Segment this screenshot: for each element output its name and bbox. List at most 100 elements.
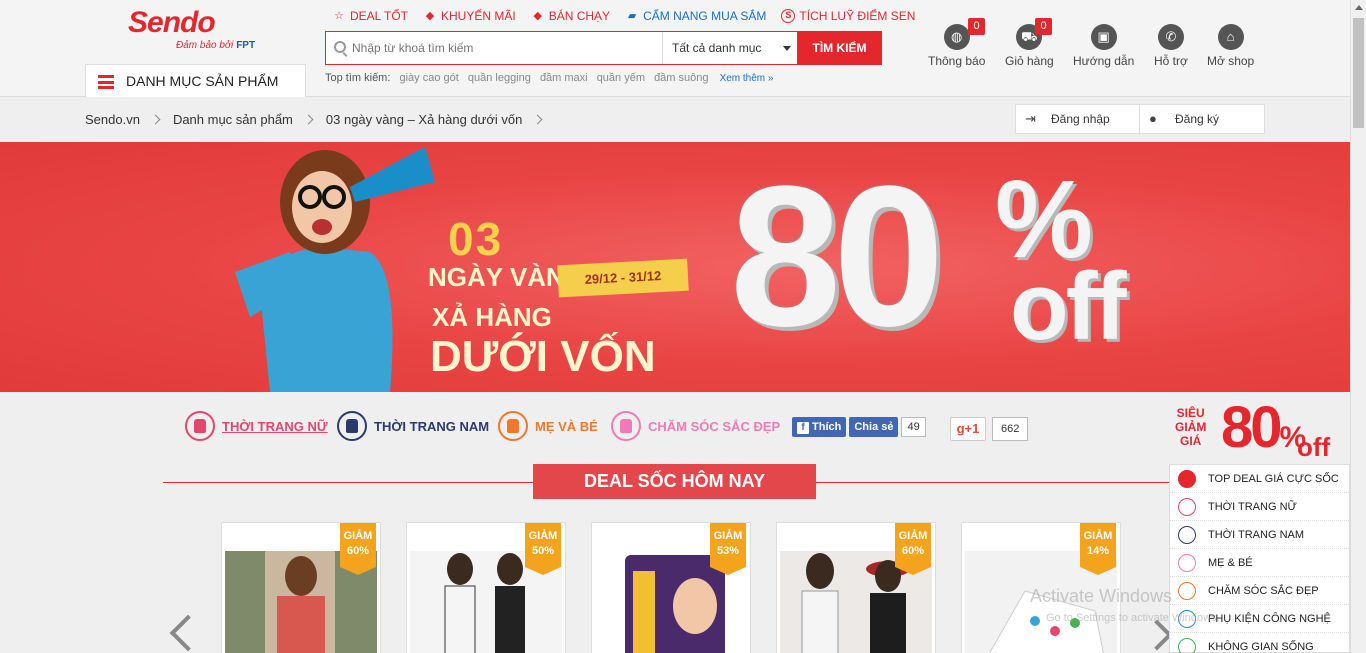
side-item-thoi-trang-nam[interactable]: THỜI TRANG NAM <box>1170 521 1349 549</box>
side-promo-discount: 80% <box>1221 395 1306 460</box>
category-cham-soc-sac-dep[interactable]: CHĂM SÓC SẮC ĐẸP <box>611 411 780 441</box>
side-item-top-deal[interactable]: TOP DEAL GIÁ CỰC SỐC <box>1170 465 1349 493</box>
tag-icon: ◆ <box>425 10 435 22</box>
product-card[interactable]: GIẢM 60% <box>221 522 381 653</box>
cart-label: Giỏ hàng <box>1005 54 1054 68</box>
discount-tag: GIẢM 53% <box>710 523 746 575</box>
keyword-link[interactable]: quần legging <box>468 72 531 84</box>
guide-button[interactable]: ▣ Hướng dẫn <box>1073 24 1134 68</box>
chevron-down-icon <box>783 46 791 51</box>
support-button[interactable]: ✆ Hỗ trợ <box>1154 24 1188 68</box>
keyword-link[interactable]: giày cao gót <box>399 72 458 84</box>
search-input[interactable] <box>352 39 652 57</box>
open-shop-button[interactable]: ⌂ Mở shop <box>1207 24 1254 68</box>
category-label: THỜI TRANG NAM <box>374 418 490 434</box>
shirt-icon <box>1178 525 1196 544</box>
deal-heading: DEAL SỐC HÔM NAY <box>533 464 816 499</box>
sen-coin-icon: S <box>781 9 796 23</box>
banner-off: off <box>1010 253 1127 360</box>
breadcrumb-item[interactable]: Danh mục sản phẩm <box>173 112 314 127</box>
chevron-right-icon <box>150 114 161 125</box>
category-label: CHĂM SÓC SẮC ĐẸP <box>648 418 781 434</box>
google-plus-buttons: g+1 662 <box>950 417 1029 441</box>
star-icon: ☆ <box>334 10 344 22</box>
nav-cam-nang[interactable]: ▰ CẨM NANG MUA SẮM <box>625 7 767 25</box>
category-menu-label: DANH MỤC SẢN PHẨM <box>126 73 279 89</box>
login-icon: ⇥ <box>1025 111 1036 126</box>
banner-xa-hang: XẢ HÀNG <box>432 302 552 332</box>
side-item-me-be[interactable]: MẸ & BÉ <box>1170 549 1349 577</box>
scrollbar-thumb[interactable] <box>1353 18 1364 128</box>
breadcrumb-item[interactable]: 03 ngày vàng – Xả hàng dưới vốn <box>326 112 543 127</box>
facebook-buttons: f Thích Chia sẻ 49 <box>792 417 926 437</box>
sendo-logo[interactable]: Sendo Đảm bảo bởi FPT <box>128 6 278 56</box>
deal-icon <box>1178 469 1196 488</box>
dress-icon <box>1178 497 1196 516</box>
logo-text: Sendo <box>128 6 216 39</box>
user-icon: ● <box>1149 111 1157 126</box>
breadcrumb: Sendo.vn Danh mục sản phẩm 03 ngày vàng … <box>85 112 555 127</box>
side-item-khong-gian-song[interactable]: KHÔNG GIAN SỐNG <box>1170 633 1349 653</box>
breadcrumb-item[interactable]: Sendo.vn <box>85 112 161 127</box>
home-icon <box>1178 637 1196 653</box>
register-button[interactable]: ● Đăng ký <box>1140 105 1264 133</box>
product-card[interactable]: GIẢM 53% <box>591 522 751 653</box>
scroll-up-arrow-icon[interactable] <box>1355 5 1363 10</box>
notifications-button[interactable]: ◍ 0 Thông báo <box>928 18 985 68</box>
top-search-keywords: Top tìm kiếm: giày cao gót quần legging … <box>325 72 773 84</box>
banner-model-image <box>235 147 435 392</box>
side-item-thoi-trang-nu[interactable]: THỜI TRANG NỮ <box>1170 493 1349 521</box>
nav-deal-tot[interactable]: ☆ DEAL TỐT <box>332 7 408 25</box>
carousel-prev-arrow[interactable] <box>169 614 207 652</box>
hamburger-icon <box>98 75 114 89</box>
notification-badge: 0 <box>968 18 985 35</box>
carousel-next-arrow[interactable] <box>1141 619 1173 651</box>
support-label: Hỗ trợ <box>1154 54 1188 68</box>
globe-icon: ◍ <box>943 24 970 50</box>
login-button[interactable]: ⇥ Đăng nhập <box>1016 105 1140 133</box>
keyword-link[interactable]: đầm suông <box>654 72 708 84</box>
category-thoi-trang-nam[interactable]: THỜI TRANG NAM <box>337 411 489 441</box>
nav-khuyen-mai[interactable]: ◆ KHUYẾN MÃI <box>423 7 516 25</box>
banner-duoi-von: DƯỚI VỐN <box>430 332 656 381</box>
phone-icon: ✆ <box>1157 24 1184 50</box>
side-promo-text: SIÊU GIẢM GIÁ <box>1175 406 1207 448</box>
top-search-label: Top tìm kiếm: <box>325 72 391 84</box>
keyword-link[interactable]: đầm maxi <box>540 72 588 84</box>
category-menu-button[interactable]: DANH MỤC SẢN PHẨM <box>85 64 306 97</box>
facebook-like-button[interactable]: f Thích <box>792 417 847 437</box>
keyword-link[interactable]: quần yếm <box>597 72 645 84</box>
nav-tich-luy[interactable]: S TÍCH LUỸ ĐIỂM SEN <box>781 7 915 25</box>
discount-tag: GIẢM 60% <box>340 523 376 575</box>
nav-ban-chay[interactable]: ◆ BÁN CHẠY <box>531 7 610 25</box>
facebook-share-button[interactable]: Chia sẻ <box>849 417 899 437</box>
cosmetics-icon <box>1178 581 1196 600</box>
shirt-icon <box>337 411 367 441</box>
product-card[interactable]: GIẢM 60% <box>776 522 936 653</box>
vertical-scrollbar[interactable] <box>1350 0 1366 653</box>
side-category-list: TOP DEAL GIÁ CỰC SỐC THỜI TRANG NỮ THỜI … <box>1169 464 1350 653</box>
book-icon: ▰ <box>627 10 637 22</box>
google-plus-button[interactable]: g+1 <box>950 417 986 441</box>
discount-tag: GIẢM 60% <box>895 523 931 575</box>
cosmetics-icon <box>611 411 641 441</box>
product-card[interactable]: GIẢM 50% <box>406 522 566 653</box>
banner-03: 03 <box>448 213 504 265</box>
promo-banner[interactable]: 03 NGÀY VÀNG 29/12 - 31/12 XẢ HÀNG DƯỚI … <box>0 142 1350 392</box>
search-icon <box>334 41 346 53</box>
search-category-select[interactable]: Tất cả danh mục <box>662 32 797 64</box>
shop-icon: ⌂ <box>1217 24 1244 50</box>
tag-icon: ◆ <box>533 10 542 22</box>
see-more-link[interactable]: Xem thêm » <box>720 73 774 84</box>
category-me-va-be[interactable]: MẸ VÀ BÉ <box>498 411 598 441</box>
category-label: THỜI TRANG NỮ <box>222 418 328 434</box>
cart-button[interactable]: ⛟ 0 Giỏ hàng <box>1005 18 1054 68</box>
logo-tagline: Đảm bảo bởi FPT <box>176 40 256 51</box>
category-thoi-trang-nu[interactable]: THỜI TRANG NỮ <box>185 411 328 441</box>
activate-windows-watermark: Activate Windows <box>1030 586 1173 606</box>
search-button[interactable]: TÌM KIẾM <box>797 31 882 65</box>
discount-tag: GIẢM 50% <box>525 523 561 575</box>
side-promo-banner[interactable]: SIÊU GIẢM GIÁ 80% off <box>1169 396 1350 464</box>
facebook-icon: f <box>797 422 809 434</box>
side-item-cham-soc-sac-dep[interactable]: CHĂM SÓC SẮC ĐẸP <box>1170 577 1349 605</box>
